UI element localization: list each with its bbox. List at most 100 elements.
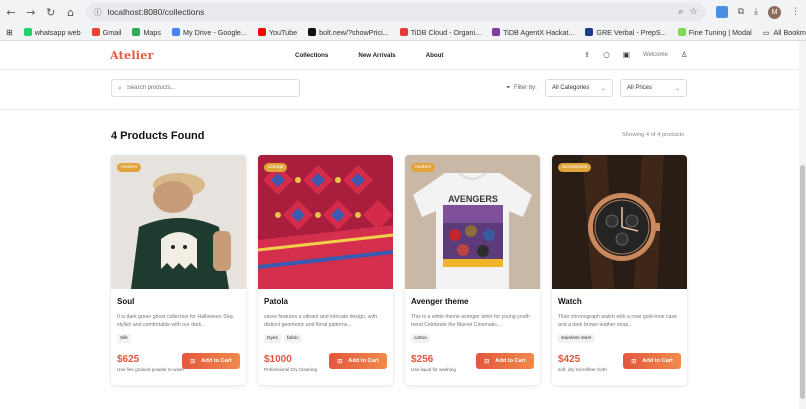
bookmark-favicon-icon [585,28,594,36]
add-to-cart-button[interactable]: ⊡ Add to Cart [623,353,681,369]
bookmark-favicon-icon [399,28,408,36]
cart-icon: ⊡ [190,357,196,365]
product-card[interactable]: AVENGERS modern Avenger theme This is a … [405,155,540,385]
filter-icon: ⏷ [506,84,511,91]
site-info-icon[interactable]: ⓘ [94,7,102,18]
category-badge: accessories [558,163,592,172]
filter-bar: ⌕ ⏷ Filter by: All Categories ⌄ All Pric… [0,70,806,110]
nav-about[interactable]: About [426,52,444,59]
bookmark-label: My Drive - Google... [183,27,247,37]
extensions-puzzle-icon[interactable]: ⧉ [738,7,744,17]
product-title: Avenger theme [411,297,469,306]
cart-icon[interactable]: ▣ [623,50,630,59]
bookmark-label: Fine Tuning | Modal [688,27,752,37]
bookmarks-bar: ⊞ whatsapp web Gmail Maps My Drive - Google… [0,24,806,41]
care-note: soft, dry microfiber cloth [558,367,607,372]
bookmark-item[interactable]: bolt.new/?showPrici... [308,28,389,37]
bookmark-item[interactable]: TiDB AgentX Hackat... [492,28,574,37]
product-image[interactable]: vintage [258,155,393,289]
apps-grid-icon[interactable]: ⊞ [6,28,13,37]
cart-icon: ⊡ [337,357,343,365]
bookmark-favicon-icon [172,28,181,36]
zoom-icon[interactable]: ⌕ [678,7,683,17]
chat-icon[interactable]: ○ [603,50,610,59]
product-card[interactable]: vintage Patola saree features a vibrant … [258,155,393,385]
material-tag: cotton [411,334,431,343]
product-description: saree features a vibrant and intricate d… [264,314,378,329]
home-icon[interactable]: ⌂ [66,5,76,19]
site-logo[interactable]: Atelier [110,49,154,62]
bookmark-label: Gmail [102,27,122,37]
product-image[interactable]: accessories [552,155,687,289]
bookmark-star-icon[interactable]: ☆ [689,7,697,17]
main-nav: Collections New Arrivals About [295,52,444,59]
category-badge: modern [411,163,436,172]
menu-kebab-icon[interactable]: ⋮ [791,7,800,17]
nav-collections[interactable]: Collections [295,52,328,59]
filter-label: ⏷ Filter by: [506,84,537,91]
product-card[interactable]: accessories Watch Titan chronograph watc… [552,155,687,385]
price-select[interactable]: All Prices ⌄ [620,79,687,97]
product-price: $1000 [264,354,292,365]
bookmark-item[interactable]: Gmail [91,27,122,37]
forward-icon[interactable]: → [26,5,36,19]
bookmark-label: Maps [143,27,162,37]
bookmark-label: YouTube [268,27,298,37]
back-icon[interactable]: ← [6,5,16,19]
bookmark-label: bolt.new/?showPrici... [319,27,389,37]
product-description: It is dark green ghost collection for Ha… [117,314,234,329]
welcome-text: Welcome [642,51,668,58]
bookmark-item[interactable]: YouTube [257,27,298,37]
bookmark-label: TiDB AgentX Hackat... [503,27,575,37]
scrollbar-thumb[interactable] [800,165,805,399]
bookmark-item[interactable]: TiDB Cloud - Organi... [399,28,481,37]
product-image[interactable]: modern [111,155,246,289]
add-to-cart-button[interactable]: ⊡ Add to Cart [476,353,534,369]
nav-new-arrivals[interactable]: New Arrivals [358,52,395,59]
bookmark-label: GRE Verbal - PrepS... [596,27,667,37]
product-description: Titan chronograph watch with a rose gold… [558,314,677,329]
add-to-cart-button[interactable]: ⊡ Add to Cart [182,353,240,369]
reload-icon[interactable]: ↻ [46,5,56,19]
chevron-down-icon: ⌄ [674,84,680,92]
profile-avatar[interactable]: M [768,5,781,19]
search-box[interactable]: ⌕ [111,79,300,97]
bookmark-item[interactable]: GRE Verbal - PrepS... [585,27,667,37]
url-text: localhost:8080/collections [107,7,205,17]
address-bar[interactable]: ⓘ localhost:8080/collections ⌕ ☆ [85,3,706,21]
bookmark-item[interactable]: whatsapp web [23,27,81,37]
material-tag: Dyes [264,334,281,343]
bookmark-favicon-icon [132,28,141,36]
folder-icon: ▭ [762,27,770,37]
download-icon[interactable]: ⤓ [754,7,758,17]
site-header: Atelier Collections New Arrivals About ⇪… [0,41,806,70]
material-tag: Silk [117,334,131,343]
search-icon: ⌕ [118,83,122,92]
category-select[interactable]: All Categories ⌄ [545,79,613,97]
bookmark-favicon-icon [91,28,100,36]
product-title: Watch [558,297,582,306]
add-to-cart-button[interactable]: ⊡ Add to Cart [329,353,387,369]
bookmark-label: whatsapp web [34,27,81,37]
product-card[interactable]: modern Soul It is dark green ghost colle… [111,155,246,385]
material-tag: fabric [283,334,302,343]
product-price: $256 [411,354,434,365]
results-count: Showing 4 of 4 products [622,132,685,138]
category-badge: modern [117,163,142,172]
extension-icon[interactable] [715,6,728,18]
bookmark-favicon-icon [308,28,317,36]
all-bookmarks[interactable]: ▭ All Bookmarks [763,28,806,37]
search-input[interactable] [126,85,287,91]
cart-icon: ⊡ [631,357,637,365]
bookmark-item[interactable]: Maps [132,28,161,37]
bookmark-item[interactable]: My Drive - Google... [172,28,247,37]
care-note: Use liquid for washing [411,367,456,372]
product-image[interactable]: AVENGERS modern [405,155,540,289]
user-icon[interactable]: ♙ [681,50,688,59]
bookmark-favicon-icon [257,28,266,36]
browser-toolbar: ← → ↻ ⌂ ⓘ localhost:8080/collections ⌕ ☆… [0,0,806,24]
bookmark-item[interactable]: Fine Tuning | Modal [677,27,752,37]
share-icon[interactable]: ⇪ [584,50,590,59]
product-title: Soul [117,297,135,306]
product-price: $625 [117,354,140,365]
